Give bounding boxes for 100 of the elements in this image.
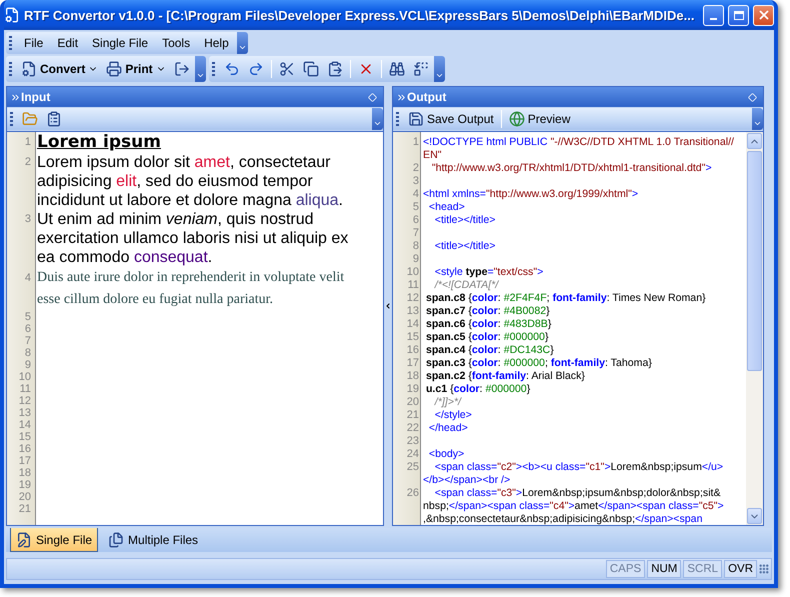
chevron-down-icon <box>196 71 205 80</box>
scrollbar[interactable] <box>746 132 763 525</box>
convert-button[interactable]: Convert <box>18 58 102 80</box>
folder-icon <box>22 111 38 127</box>
code-line: span.c6 {color: #483D8B} <box>424 318 552 331</box>
line-number: 19 <box>18 479 32 491</box>
code-line: nbsp;</span><span class="c4">amet</span><span class="c5"> <box>423 500 724 513</box>
code-line: /*]]>*/ <box>433 396 461 409</box>
status-panel: CAPS <box>606 560 646 578</box>
line-number: 11 <box>18 383 32 395</box>
code-line: <!DOCTYPE html PUBLIC "-//W3C//DTD XHTML 1.0 Transitional// <box>423 136 734 149</box>
status-panel: SCRL <box>683 560 722 578</box>
line-number: 1 <box>412 136 420 149</box>
code-line: u.c1 {color: #000000} <box>424 383 530 396</box>
code-line: span.c5 {color: #000000} <box>424 331 548 344</box>
line-number: 22 <box>406 422 420 435</box>
line-number: 8 <box>412 240 420 253</box>
code-line: <html xmlns="http://www.w3.org/1999/xhtml"> <box>423 188 638 201</box>
minimize-button[interactable] <box>703 4 724 26</box>
scroll-up-button[interactable] <box>747 133 762 149</box>
code-line: <span class="c3">Lorem&nbsp;ipsum&nbsp;dolor&nbsp;sit& <box>434 487 721 500</box>
chevrons-icon <box>10 92 21 102</box>
panel-title: Input <box>10 90 50 104</box>
paragraph-text: Duis aute irure dolor in reprehenderit in voluptate velit esse cillum dolore eu fugiat nulla pariatur. <box>37 269 346 309</box>
line-number: 7 <box>24 335 32 347</box>
line-number: 5 <box>24 311 32 323</box>
line-number: 20 <box>18 491 32 503</box>
redo-icon <box>248 61 264 77</box>
scroll-down-button[interactable] <box>747 508 762 524</box>
globe-icon <box>508 111 525 127</box>
print-icon <box>106 61 122 77</box>
code-line: span.c8 {color: #2F4F4F; font-family: Times New Roman} <box>424 292 706 305</box>
code-line: <head> <box>428 201 465 214</box>
exit-icon <box>174 61 190 77</box>
window-title: RTF Convertor v1.0.0 - [C:\Program Files\Developer Express.VCL\ExpressBars 5\Demos\Delphi\EBarMDIDe... <box>24 8 696 22</box>
copy-icon <box>302 61 319 77</box>
grip-icon <box>396 112 399 126</box>
line-number: 21 <box>18 503 32 515</box>
line-number: 3 <box>412 175 420 188</box>
code-line: span.c4 {color: #DC143C} <box>424 344 554 357</box>
resize-grip-icon[interactable] <box>759 564 769 574</box>
line-number: 24 <box>406 448 420 461</box>
overflow-button[interactable] <box>236 32 248 54</box>
line-number: 7 <box>412 227 420 240</box>
toolbar-button[interactable]: Save Output <box>405 108 497 130</box>
grip-icon <box>9 62 12 76</box>
line-number: 18 <box>406 370 420 383</box>
line-number: 2 <box>412 162 420 175</box>
line-number: 12 <box>406 292 420 305</box>
tab[interactable]: Multiple Files <box>102 528 204 552</box>
line-number: 9 <box>24 359 32 371</box>
close-icon <box>756 8 770 22</box>
grip-icon <box>10 112 13 126</box>
code-line: </head> <box>428 422 468 435</box>
line-number: 15 <box>406 331 420 344</box>
line-number: 12 <box>18 395 32 407</box>
code-line: <title></title> <box>434 214 496 227</box>
code-line: "http://www.w3.org/TR/xhtml1/DTD/xhtml1-transitional.dtd"> <box>430 162 712 175</box>
maximize-button[interactable] <box>728 4 749 26</box>
line-number: 5 <box>412 201 420 214</box>
line-number: 6 <box>24 323 32 335</box>
line-number: 19 <box>406 383 420 396</box>
print-button[interactable]: Print <box>103 58 169 80</box>
menu-item[interactable]: Help <box>198 34 235 52</box>
line-number: 8 <box>24 347 32 359</box>
menu-item[interactable]: Tools <box>156 34 196 52</box>
code-line: <title></title> <box>434 240 496 253</box>
menu-item[interactable]: Single File <box>86 34 154 52</box>
menu-item[interactable]: Edit <box>51 34 84 52</box>
line-number: 1 <box>24 135 32 150</box>
app-icon <box>4 7 20 23</box>
code-line: EN" <box>423 149 442 162</box>
overflow-button[interactable] <box>434 56 445 82</box>
save-icon <box>408 111 424 127</box>
line-number: 21 <box>406 409 420 422</box>
overflow-button[interactable] <box>372 108 383 130</box>
overflow-button[interactable] <box>194 56 206 82</box>
paragraph-text: Lorem ipsum dolor sit amet, consectetaur adipisicing elit, sed do eiusmod tempor incididunt ut labore et dolore magna aliqua. <box>37 153 344 210</box>
line-number: 16 <box>406 344 420 357</box>
close-button[interactable] <box>753 4 774 26</box>
chevron-down-icon <box>373 119 382 128</box>
grip-icon <box>212 62 215 76</box>
tab[interactable]: Single File <box>10 528 98 552</box>
line-number: 14 <box>406 318 420 331</box>
scroll-thumb[interactable] <box>747 151 762 371</box>
edit-icon <box>16 532 32 548</box>
line-number: 10 <box>406 266 420 279</box>
menu-item[interactable]: File <box>18 34 50 52</box>
code-line: ,&nbsp;consectetaur&nbsp;adipisicing&nbsp;</span><span <box>423 513 702 525</box>
clipboard-icon <box>46 111 62 127</box>
line-number: 6 <box>412 214 420 227</box>
line-number: 17 <box>18 455 32 467</box>
find-icon <box>388 61 405 77</box>
paragraph-text: Ut enim ad minim veniam, quis nostrud exercitation ullamco laboris nisi ut aliquip ex ea commodo consequat. <box>37 210 350 267</box>
line-number: 16 <box>18 443 32 455</box>
overflow-button[interactable] <box>752 108 763 130</box>
line-number: 4 <box>412 188 420 201</box>
toolbar-button[interactable]: Preview <box>506 108 574 130</box>
chevron-down-icon <box>434 71 444 80</box>
line-number: 23 <box>406 435 420 448</box>
